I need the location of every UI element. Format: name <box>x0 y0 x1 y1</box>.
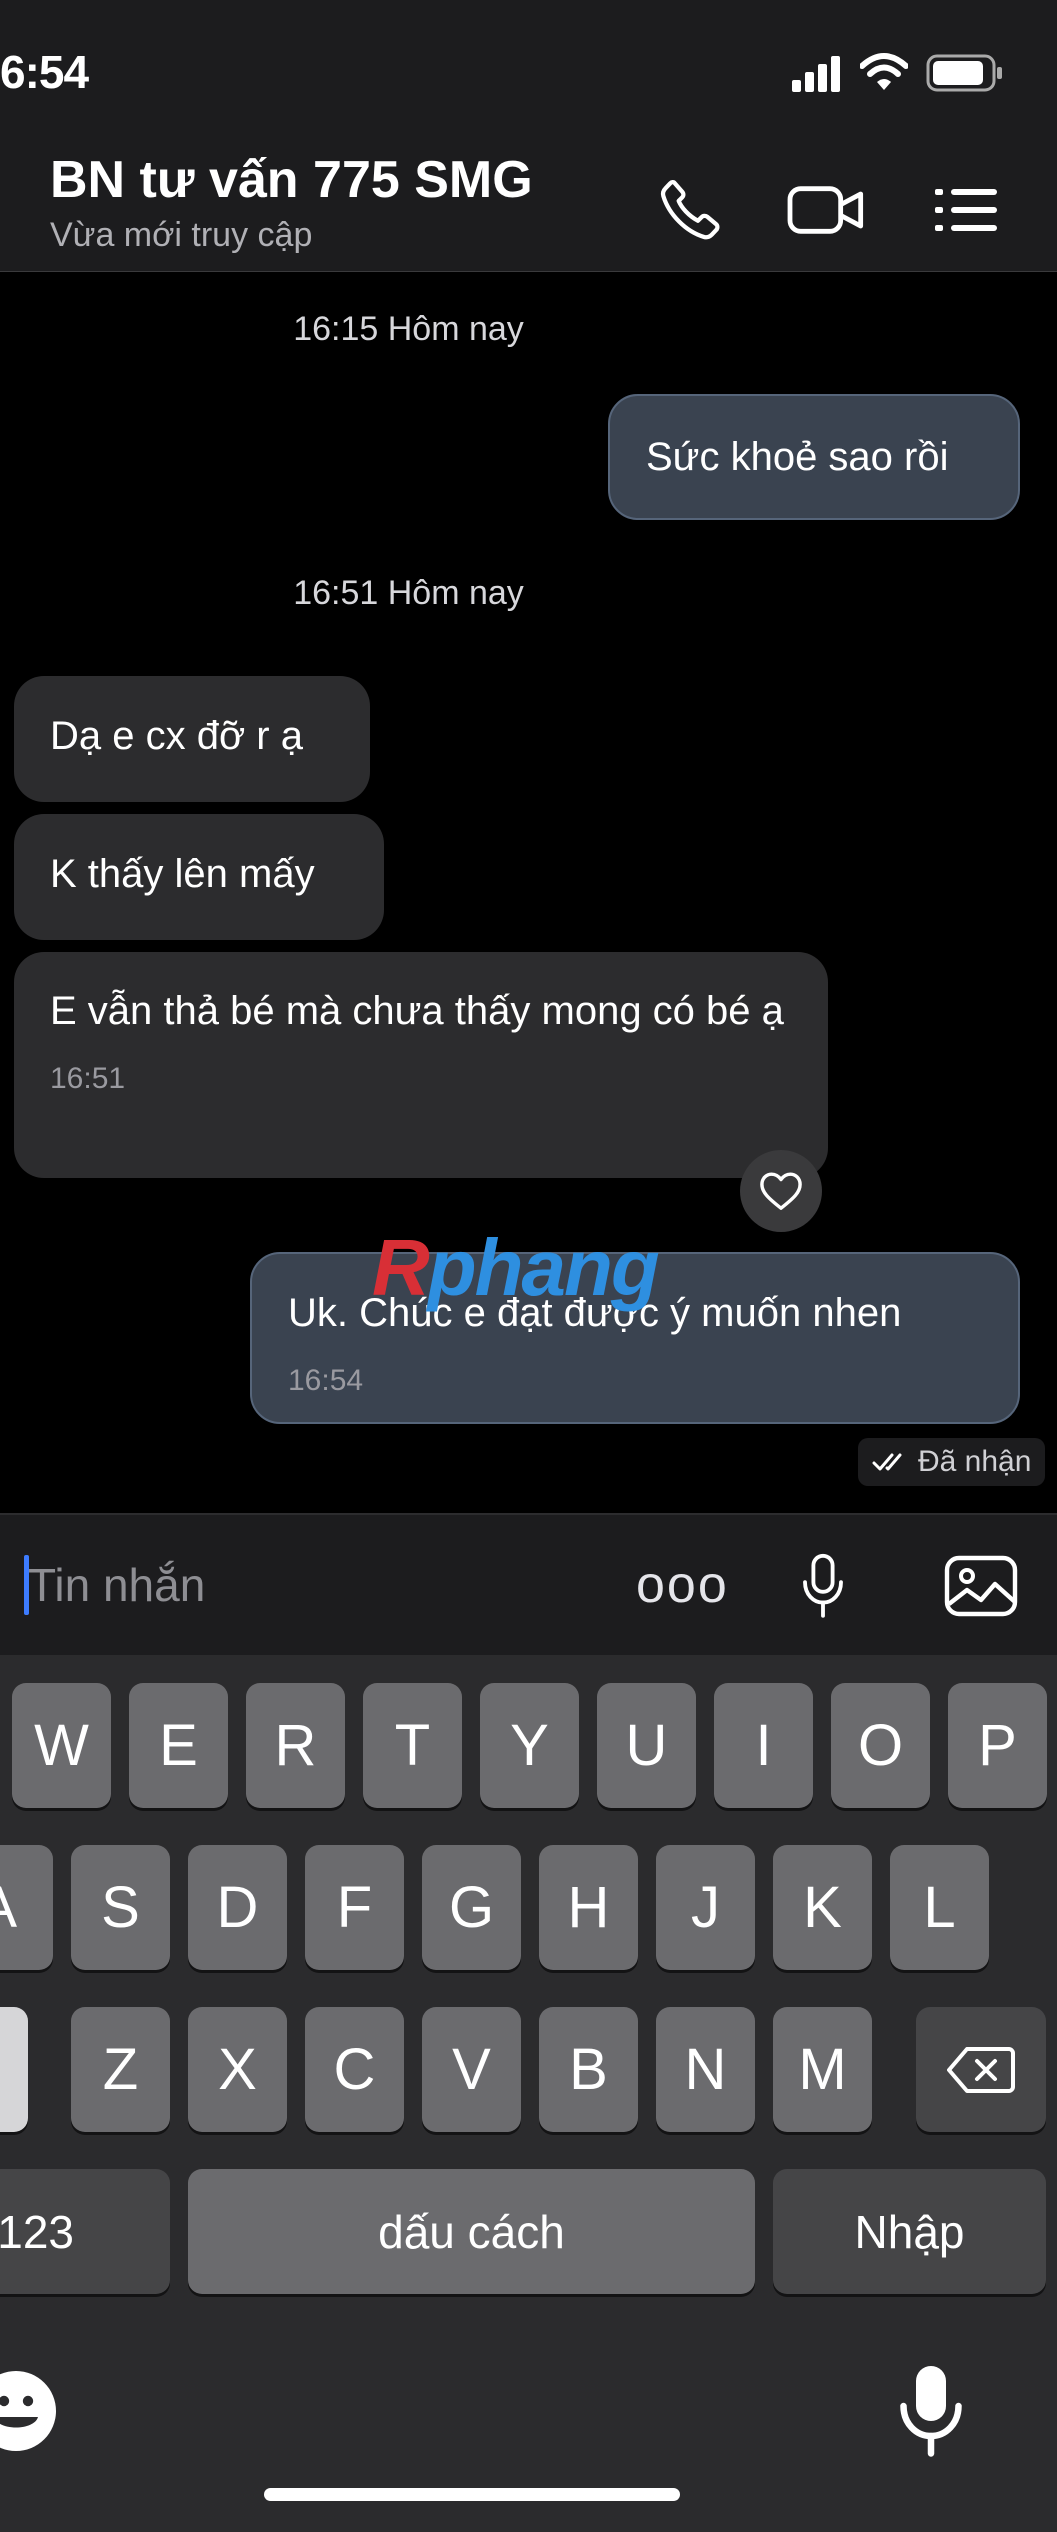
key-t[interactable]: T <box>363 1683 462 1808</box>
delivery-receipt: Đã nhận <box>858 1438 1046 1486</box>
key-h[interactable]: H <box>539 1845 638 1970</box>
incoming-message[interactable]: K thấy lên mấy <box>14 814 384 940</box>
image-gallery-icon <box>944 1555 1018 1617</box>
timestamp-separator: 16:51 Hôm nay <box>293 574 524 612</box>
message-composer: Tin nhắn ooo <box>0 1513 1057 1657</box>
message-text: Dạ e cx đỡ r ạ <box>50 714 303 758</box>
key-p[interactable]: P <box>948 1683 1047 1808</box>
video-call-button[interactable] <box>786 170 866 250</box>
key-i[interactable]: I <box>714 1683 813 1808</box>
numbers-key[interactable]: 123 <box>0 2169 170 2294</box>
message-time: 16:54 <box>288 1364 364 1397</box>
key-d[interactable]: D <box>188 1845 287 1970</box>
message-text: K thấy lên mấy <box>50 852 315 896</box>
contact-status: Vừa mới truy cập <box>50 216 313 254</box>
menu-button[interactable] <box>926 170 1006 250</box>
outgoing-message[interactable]: Sức khoẻ sao rồi <box>608 394 1020 520</box>
video-camera-icon <box>787 186 864 234</box>
battery-icon <box>926 54 1002 92</box>
key-l[interactable]: L <box>890 1845 989 1970</box>
emoji-button[interactable] <box>0 2367 60 2455</box>
list-menu-icon <box>935 189 997 231</box>
key-k[interactable]: K <box>773 1845 872 1970</box>
message-time: 16:51 <box>50 1062 126 1095</box>
incoming-message[interactable]: E vẫn thả bé mà chưa thấy mong có bé ạ 1… <box>14 952 828 1178</box>
key-a[interactable]: A <box>0 1845 53 1970</box>
status-time: 6:54 <box>0 46 89 98</box>
key-o[interactable]: O <box>831 1683 930 1808</box>
message-list[interactable]: 16:15 Hôm nay Sức khoẻ sao rồi 16:51 Hôm… <box>0 272 1057 1512</box>
key-g[interactable]: G <box>422 1845 521 1970</box>
heart-icon <box>760 1172 802 1210</box>
enter-key[interactable]: Nhập <box>773 2169 1046 2294</box>
message-text: E vẫn thả bé mà chưa thấy mong có bé ạ <box>50 989 784 1033</box>
contact-name[interactable]: BN tư vấn 775 SMG <box>50 150 533 210</box>
incoming-message[interactable]: Dạ e cx đỡ r ạ <box>14 676 370 802</box>
dictation-button[interactable] <box>896 2361 966 2461</box>
key-r[interactable]: R <box>246 1683 345 1808</box>
message-input[interactable]: Tin nhắn <box>28 1558 205 1612</box>
status-bar: 6:54 <box>0 0 1057 150</box>
backspace-key[interactable] <box>916 2007 1046 2132</box>
key-s[interactable]: S <box>71 1845 170 1970</box>
wifi-icon <box>860 53 908 90</box>
watermark-word: phang <box>427 1223 660 1312</box>
double-check-icon <box>872 1453 902 1471</box>
home-indicator[interactable] <box>264 2488 680 2501</box>
key-x[interactable]: X <box>188 2007 287 2132</box>
key-e[interactable]: E <box>129 1683 228 1808</box>
keyboard: W E R T Y U I O P A S D F G H J K L Z X … <box>0 1655 1057 2532</box>
key-b[interactable]: B <box>539 2007 638 2132</box>
dictation-microphone-icon <box>900 2366 962 2457</box>
key-y[interactable]: Y <box>480 1683 579 1808</box>
cellular-signal-icon <box>792 56 840 92</box>
receipt-text: Đã nhận <box>918 1445 1032 1478</box>
key-v[interactable]: V <box>422 2007 521 2132</box>
key-w[interactable]: W <box>12 1683 111 1808</box>
shift-key[interactable] <box>0 2007 28 2132</box>
space-key[interactable]: dấu cách <box>188 2169 755 2294</box>
send-image-button[interactable] <box>942 1549 1020 1623</box>
react-heart-button[interactable] <box>740 1150 822 1232</box>
watermark-letter: R <box>372 1223 430 1312</box>
backspace-icon <box>947 2046 1015 2093</box>
more-options-button[interactable]: ooo <box>636 1555 729 1615</box>
key-c[interactable]: C <box>305 2007 404 2132</box>
phone-icon <box>660 180 720 240</box>
key-m[interactable]: M <box>773 2007 872 2132</box>
voice-message-button[interactable] <box>790 1547 856 1627</box>
key-f[interactable]: F <box>305 1845 404 1970</box>
microphone-icon <box>803 1553 843 1618</box>
timestamp-separator: 16:15 Hôm nay <box>293 310 524 348</box>
watermark-logo: Rphang <box>372 1222 660 1314</box>
message-text: Sức khoẻ sao rồi <box>646 435 949 479</box>
call-button[interactable] <box>650 170 730 250</box>
key-j[interactable]: J <box>656 1845 755 1970</box>
key-u[interactable]: U <box>597 1683 696 1808</box>
chat-header: BN tư vấn 775 SMG Vừa mới truy cập <box>0 140 1057 273</box>
key-n[interactable]: N <box>656 2007 755 2132</box>
key-z[interactable]: Z <box>71 2007 170 2132</box>
emoji-icon <box>0 2371 56 2451</box>
